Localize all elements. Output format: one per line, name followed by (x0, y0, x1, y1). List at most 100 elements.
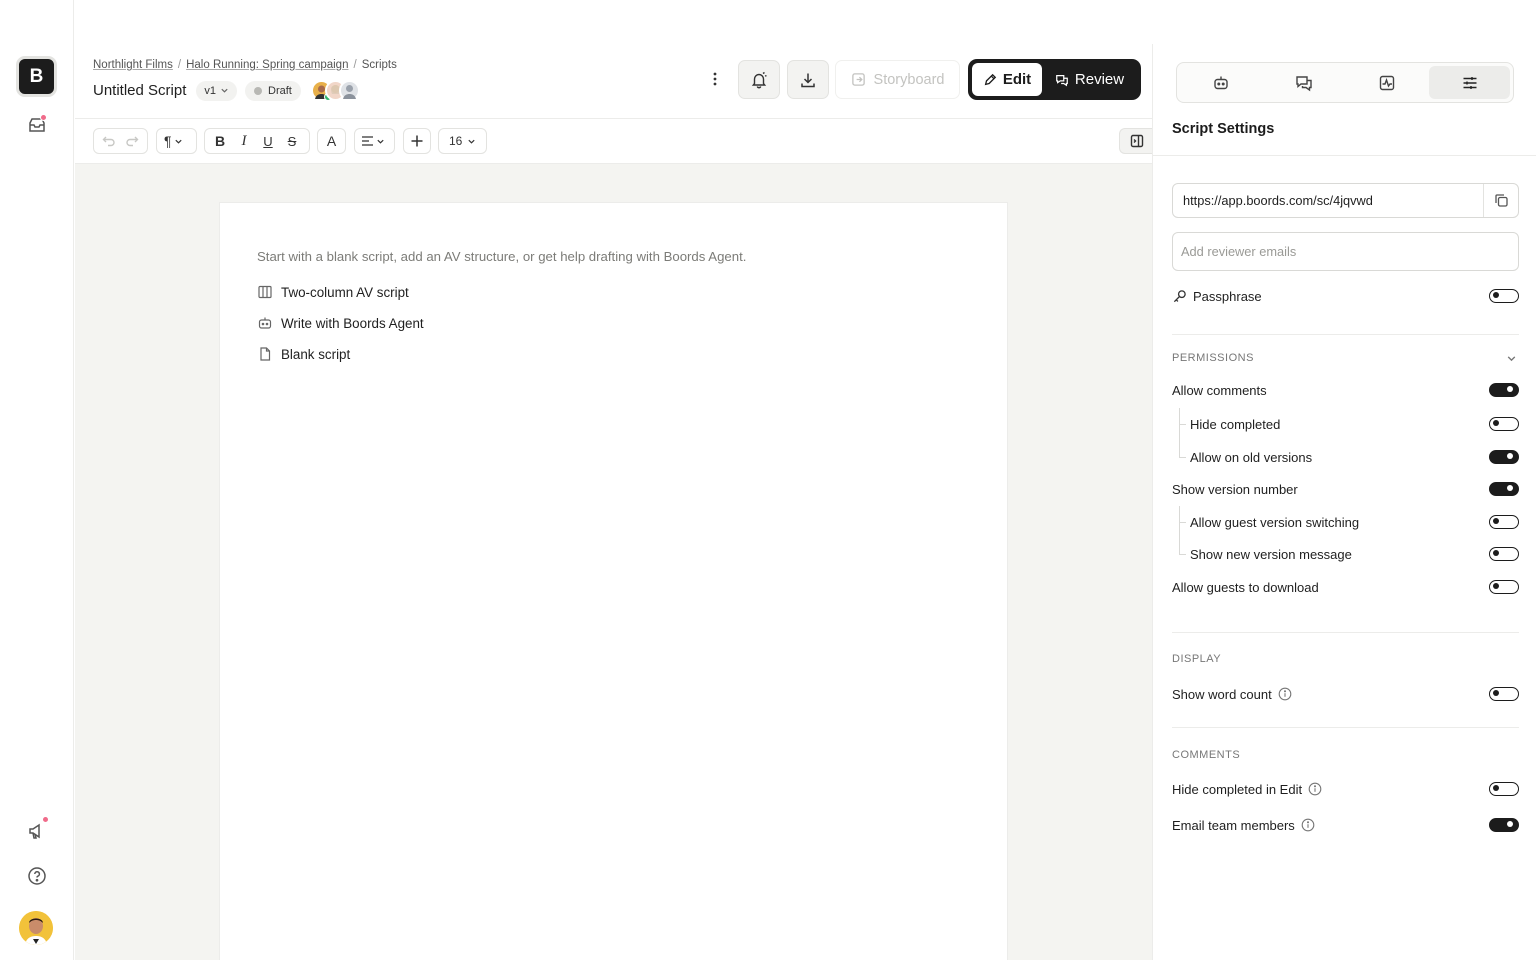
help-icon[interactable] (25, 864, 49, 888)
allow-old-versions-row: Allow on old versions (1190, 447, 1519, 467)
text-color-button[interactable]: A (317, 128, 346, 154)
passphrase-label: Passphrase (1193, 288, 1262, 304)
breadcrumb-team[interactable]: Northlight Films (93, 59, 173, 71)
passphrase-toggle[interactable] (1489, 289, 1519, 303)
option-av-script[interactable]: Two-column AV script (257, 284, 409, 300)
sidebar-toggle-icon (1130, 134, 1143, 148)
comments-section-header: COMMENTS (1172, 749, 1519, 761)
reviewer-emails-input[interactable] (1172, 232, 1519, 271)
panel-tabs (1176, 62, 1514, 103)
tree-tick (1179, 424, 1186, 425)
info-icon[interactable] (1308, 782, 1322, 796)
guests-download-toggle[interactable] (1489, 580, 1519, 594)
email-team-row: Email team members (1172, 815, 1519, 835)
notifications-button[interactable] (738, 60, 780, 99)
tree-tick (1179, 457, 1186, 458)
info-icon[interactable] (1278, 687, 1292, 701)
show-version-number-toggle[interactable] (1489, 482, 1519, 496)
underline-icon[interactable]: U (257, 130, 279, 152)
storyboard-label: Storyboard (873, 71, 945, 88)
edit-label: Edit (1002, 71, 1032, 88)
option-blank-script[interactable]: Blank script (257, 346, 350, 362)
breadcrumb-current: Scripts (361, 59, 397, 71)
review-icon (1056, 74, 1068, 86)
download-button[interactable] (787, 60, 829, 99)
hide-completed-toggle[interactable] (1489, 417, 1519, 431)
email-team-toggle[interactable] (1489, 818, 1519, 832)
share-url-field[interactable]: https://app.boords.com/sc/4jqvwd (1172, 183, 1519, 218)
new-version-message-toggle[interactable] (1489, 547, 1519, 561)
hide-completed-label: Hide completed (1190, 416, 1281, 432)
agent-icon (257, 315, 273, 331)
divider (1153, 155, 1536, 156)
new-version-message-row: Show new version message (1190, 544, 1519, 564)
logo-letter: B (29, 65, 44, 87)
word-count-toggle[interactable] (1489, 687, 1519, 701)
version-selector[interactable]: v1 (196, 80, 237, 101)
paragraph-style-dropdown[interactable]: ¶ (156, 128, 197, 154)
breadcrumb-separator: / (353, 59, 357, 71)
info-icon[interactable] (1301, 818, 1315, 832)
italic-icon[interactable]: I (233, 130, 255, 152)
bold-icon[interactable]: B (209, 130, 231, 152)
settings-panel: Script Settings https://app.boords.com/s… (1152, 44, 1536, 960)
panel-title: Script Settings (1172, 121, 1275, 137)
share-url[interactable]: https://app.boords.com/sc/4jqvwd (1173, 193, 1483, 208)
collaborator-avatars[interactable] (310, 80, 360, 101)
copy-link-button[interactable] (1483, 184, 1518, 217)
permissions-section-header[interactable]: PERMISSIONS (1172, 352, 1519, 364)
status-dot (254, 86, 262, 95)
align-left-icon (362, 136, 373, 146)
hide-completed-edit-toggle[interactable] (1489, 782, 1519, 796)
history-group (93, 128, 148, 154)
storyboard-button[interactable]: Storyboard (835, 60, 960, 99)
guests-download-label: Allow guests to download (1172, 579, 1319, 595)
tab-agent[interactable] (1180, 66, 1261, 99)
edit-mode-button[interactable]: Edit (972, 63, 1042, 96)
align-dropdown[interactable] (354, 128, 395, 154)
display-section-header: DISPLAY (1172, 653, 1519, 665)
insert-button[interactable] (403, 128, 431, 154)
text-style-group: B I U S (204, 128, 310, 154)
document-title[interactable]: Untitled Script (93, 82, 186, 99)
chevron-down-icon (468, 139, 475, 144)
bell-icon (751, 71, 767, 88)
more-options-icon[interactable] (707, 69, 723, 89)
plus-icon (411, 135, 423, 147)
megaphone-notification-dot (42, 816, 49, 823)
allow-comments-label: Allow comments (1172, 382, 1267, 398)
option-boords-agent[interactable]: Write with Boords Agent (257, 315, 424, 331)
sidebar-toggle-button[interactable] (1119, 128, 1153, 154)
pencil-icon (984, 73, 997, 85)
guest-version-switching-toggle[interactable] (1489, 515, 1519, 529)
chevron-down-icon (377, 139, 384, 144)
user-avatar[interactable] (19, 911, 53, 945)
megaphone-icon[interactable] (25, 816, 49, 843)
divider (1172, 632, 1519, 633)
font-size-dropdown[interactable]: 16 (438, 128, 487, 154)
guest-version-switching-row: Allow guest version switching (1190, 512, 1519, 532)
script-page[interactable]: Start with a blank script, add an AV str… (219, 202, 1008, 960)
allow-old-versions-toggle[interactable] (1489, 450, 1519, 464)
tab-comments[interactable] (1263, 66, 1344, 99)
show-version-number-row: Show version number (1172, 479, 1519, 499)
document-header: Northlight Films / Halo Running: Spring … (75, 44, 1152, 119)
breadcrumb-project[interactable]: Halo Running: Spring campaign (186, 59, 348, 71)
collaborator-avatar (338, 80, 360, 101)
strikethrough-icon[interactable]: S (281, 130, 303, 152)
review-mode-button[interactable]: Review (1042, 63, 1137, 96)
agent-icon (1213, 76, 1228, 89)
left-rail: B (0, 0, 74, 960)
tab-activity[interactable] (1346, 66, 1427, 99)
inbox-icon[interactable] (25, 113, 49, 137)
allow-comments-toggle[interactable] (1489, 383, 1519, 397)
word-count-row: Show word count (1172, 684, 1519, 704)
download-icon (801, 73, 815, 87)
show-version-number-label: Show version number (1172, 481, 1298, 497)
tab-settings[interactable] (1429, 66, 1510, 99)
allow-comments-row: Allow comments (1172, 380, 1519, 400)
status-badge[interactable]: Draft (245, 80, 301, 101)
undo-icon[interactable] (98, 130, 120, 152)
redo-icon[interactable] (122, 130, 144, 152)
app-logo[interactable]: B (16, 56, 57, 97)
